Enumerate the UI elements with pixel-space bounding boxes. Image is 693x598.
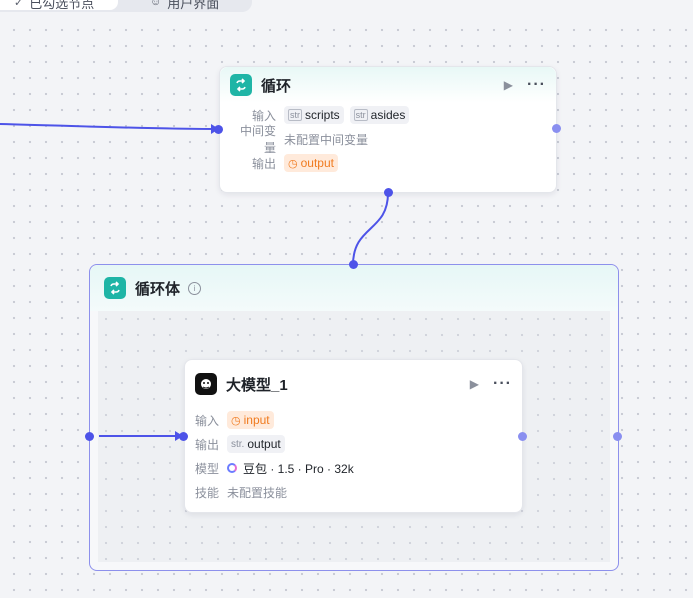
- node-title: 循环: [261, 77, 292, 95]
- input-variable-chip[interactable]: str scripts: [284, 106, 344, 124]
- model-icon: [227, 463, 237, 473]
- output-label: 输出: [251, 156, 276, 171]
- user-icon: ☺: [150, 0, 162, 8]
- skill-label: 技能: [195, 485, 220, 500]
- edge-loop-to-body: [352, 192, 389, 266]
- input-label: 输入: [251, 108, 276, 123]
- group-title: 循环体: [135, 280, 181, 298]
- run-icon[interactable]: ▶: [470, 377, 479, 391]
- variable-name: output: [247, 437, 281, 451]
- variable-name: input: [243, 413, 270, 427]
- skill-row: 技能 未配置技能: [195, 480, 512, 504]
- midvar-label: 中间变量: [239, 124, 276, 155]
- output-label: 输出: [195, 437, 220, 452]
- loop-input-port[interactable]: [214, 125, 223, 134]
- loop-node[interactable]: 循环 ▶ ··· 输入 str scripts str asides 中间变量 …: [219, 66, 557, 193]
- group-right-port[interactable]: [613, 432, 622, 441]
- variable-name: asides: [370, 108, 406, 122]
- model-label: 模型: [195, 461, 220, 476]
- output-row: 输出 ◷ output: [230, 151, 546, 175]
- llm-node[interactable]: 大模型_1 ▶ ··· 输入 ◷ input 输出 str. output 模型…: [184, 359, 523, 513]
- edge-into-loop: [0, 123, 218, 130]
- more-icon[interactable]: ···: [493, 375, 512, 393]
- input-label: 输入: [195, 413, 220, 428]
- info-icon[interactable]: i: [188, 281, 202, 295]
- tab-selected-nodes[interactable]: ✓ 已勾选节点: [0, 0, 118, 11]
- string-type-icon: str: [353, 109, 368, 121]
- clock-icon: ◷: [288, 157, 298, 170]
- midvar-value: 未配置中间变量: [284, 132, 369, 147]
- tab-bar: ✓ 已勾选节点 ☺ 用户界面: [0, 0, 252, 12]
- tab-label: 用户界面: [167, 0, 220, 11]
- run-icon[interactable]: ▶: [504, 78, 513, 92]
- output-row: 输出 str. output: [195, 432, 512, 456]
- output-variable-chip[interactable]: ◷ output: [284, 154, 338, 172]
- model-row: 模型 豆包 · 1.5 · Pro · 32k: [195, 456, 512, 480]
- skill-value: 未配置技能: [227, 485, 288, 500]
- input-variable-chip[interactable]: ◷ input: [227, 411, 274, 429]
- string-type-icon: str: [288, 109, 302, 121]
- node-header: 循环 ▶ ···: [220, 67, 556, 103]
- llm-output-port[interactable]: [518, 432, 527, 441]
- group-header: 循环体 i: [90, 265, 618, 311]
- llm-input-port[interactable]: [179, 432, 188, 441]
- more-icon[interactable]: ···: [527, 76, 546, 94]
- tab-user-interface[interactable]: ☺ 用户界面: [150, 0, 220, 11]
- variable-name: output: [300, 156, 334, 170]
- input-row: 输入 ◷ input: [195, 408, 512, 432]
- output-type: str.: [231, 438, 245, 450]
- loop-output-port[interactable]: [552, 124, 561, 133]
- group-top-port[interactable]: [349, 260, 358, 269]
- loop-body-port[interactable]: [384, 188, 393, 197]
- top-bar: ✓ 已勾选节点 ☺ 用户界面: [0, 0, 693, 22]
- output-variable-chip[interactable]: str. output: [227, 435, 285, 453]
- midvar-row: 中间变量 未配置中间变量: [230, 124, 546, 155]
- input-row: 输入 str scripts str asides: [230, 103, 546, 127]
- loop-icon: [104, 277, 126, 299]
- robot-icon: [195, 373, 217, 395]
- check-icon: ✓: [14, 0, 24, 9]
- tab-label: 已勾选节点: [29, 0, 95, 11]
- model-value: 豆包 · 1.5 · Pro · 32k: [243, 461, 354, 476]
- node-title: 大模型_1: [226, 376, 288, 394]
- group-left-port[interactable]: [85, 432, 94, 441]
- clock-icon: ◷: [231, 414, 241, 427]
- node-header: 大模型_1 ▶ ···: [185, 360, 522, 408]
- loop-icon: [230, 74, 252, 96]
- variable-name: scripts: [305, 108, 340, 122]
- input-variable-chip[interactable]: str asides: [349, 106, 410, 124]
